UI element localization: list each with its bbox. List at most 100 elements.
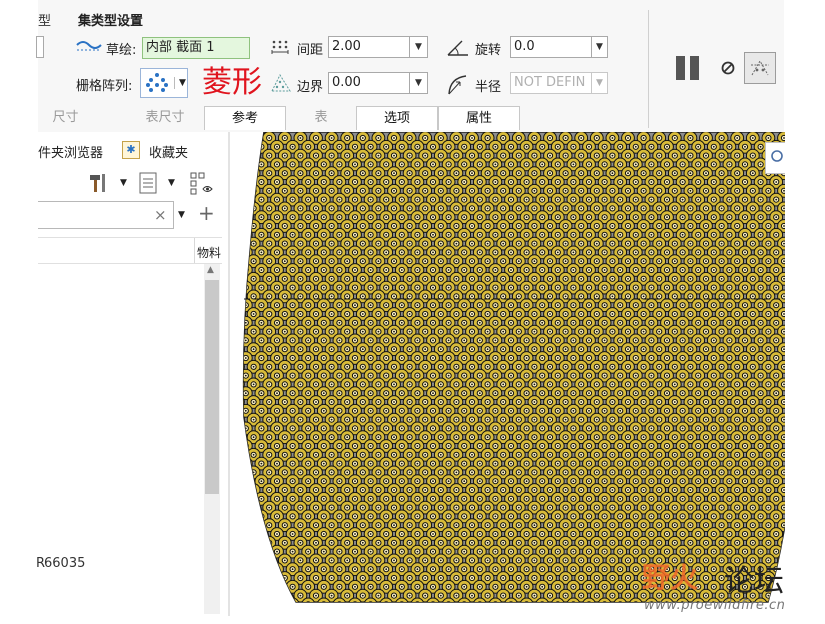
tab-table[interactable]: 表 (286, 106, 356, 130)
show-icon[interactable] (139, 172, 157, 198)
pattern-hole (488, 597, 503, 602)
sketch-field[interactable]: 内部 截面 1 (142, 37, 250, 59)
tab-properties[interactable]: 属性 (438, 106, 520, 130)
pattern-hole (356, 607, 369, 616)
add-icon[interactable]: + (198, 203, 215, 223)
pattern-hole (519, 597, 534, 602)
pattern-hole (403, 607, 416, 616)
pattern-hole (243, 227, 253, 242)
pattern-hole (243, 535, 245, 550)
boundary-field[interactable]: 0.00 (328, 72, 410, 94)
spacing-field[interactable]: 2.00 (328, 36, 410, 58)
tab-dimensions[interactable]: 尺寸 (38, 106, 93, 130)
show-dropdown-icon[interactable]: ▼ (168, 178, 175, 188)
pattern-hole (243, 271, 245, 286)
boundary-label: 边界 (297, 80, 324, 95)
zoom-button[interactable] (765, 142, 785, 174)
preview-toggle-button[interactable] (744, 52, 776, 84)
pattern-hole (246, 571, 261, 585)
pattern-annotation: 菱形 (202, 65, 262, 100)
pattern-hole (243, 132, 245, 145)
pattern-hole (247, 607, 260, 616)
spacing-label: 间距 (297, 43, 324, 58)
boundary-dropdown-button[interactable]: ▼ (410, 72, 428, 94)
pattern-hole (566, 597, 581, 602)
radius-dropdown-button[interactable]: ▼ (592, 72, 608, 94)
no-preview-icon[interactable] (720, 60, 736, 80)
pattern-hole (325, 607, 338, 616)
pattern-hole (243, 157, 253, 172)
pattern-hole (243, 465, 245, 480)
tab-options[interactable]: 选项 (356, 106, 438, 130)
pattern-hole (243, 201, 245, 216)
pattern-hole (504, 597, 518, 602)
pattern-hole (232, 607, 245, 616)
pattern-hole (243, 412, 245, 427)
radius-field[interactable]: NOT DEFIN (510, 72, 592, 94)
pattern-hole (243, 395, 245, 409)
partial-field[interactable] (36, 36, 44, 58)
pattern-hole (544, 607, 557, 616)
pattern-hole (243, 571, 245, 585)
pattern-hole (243, 342, 245, 357)
scrollbar-thumb[interactable] (205, 280, 219, 494)
pattern-hole (575, 607, 588, 616)
rotation-dropdown-button[interactable]: ▼ (592, 36, 608, 58)
pattern-hole (254, 562, 269, 577)
spacing-dropdown-button[interactable]: ▼ (410, 36, 428, 58)
pattern-hole (243, 588, 245, 602)
pattern-hole (419, 607, 432, 616)
pattern-hole (613, 597, 628, 602)
radius-label: 半径 (475, 80, 502, 95)
pattern-hole (262, 588, 277, 602)
watermark-brand: 野火 (642, 561, 699, 594)
pattern-hole (597, 597, 612, 602)
pattern-hole (316, 597, 331, 602)
column-header-material[interactable]: 物料 (197, 244, 221, 261)
clear-icon[interactable]: × (154, 206, 167, 224)
pattern-hole (481, 607, 494, 616)
pattern-preview (232, 132, 785, 616)
pattern-hole (388, 607, 401, 616)
pause-icon[interactable] (674, 55, 702, 85)
column-divider (194, 238, 195, 263)
pattern-hole (243, 430, 245, 445)
tab-favorites[interactable]: 收藏夹 (149, 142, 188, 161)
tree-columns-icon[interactable] (190, 172, 214, 200)
ribbon-divider (648, 10, 649, 128)
tools-dropdown-icon[interactable]: ▼ (120, 178, 127, 188)
pattern-hole (363, 597, 378, 602)
pattern-hole (341, 607, 354, 616)
tab-table-dimensions[interactable]: 表尺寸 (120, 106, 210, 130)
feature-preview-icon (749, 58, 771, 82)
rotation-field[interactable]: 0.0 (510, 36, 592, 58)
tab-folder-browser[interactable]: 件夹浏览器 (38, 142, 103, 161)
pattern-hole (243, 474, 253, 489)
pattern-hole (243, 544, 253, 559)
zoom-icon (770, 149, 784, 169)
pattern-hole (243, 175, 253, 189)
pattern-hole (263, 607, 276, 616)
left-panel: 件夹浏览器 ✱ 收藏夹 ▼ ▼ × ▼ + 物料 ▲ R 66035 (36, 132, 231, 616)
tab-references[interactable]: 参考 (204, 106, 286, 130)
pattern-hole (243, 447, 245, 462)
rotation-label: 旋转 (475, 43, 502, 58)
pattern-hole (254, 579, 269, 594)
pattern-hole (270, 579, 284, 594)
pattern-hole (243, 553, 245, 568)
tools-icon[interactable] (88, 172, 110, 198)
item-id: 66035 (44, 556, 86, 571)
pattern-hole (434, 607, 447, 616)
pattern-hole (243, 359, 245, 374)
graphics-canvas[interactable] (230, 132, 785, 616)
pattern-hole (243, 518, 245, 533)
ribbon: 型 集类型设置 草绘: 内部 截面 1 栅格阵列: ▼ 菱形 间距 2.00 ▼ (36, 0, 784, 133)
scroll-up-icon[interactable]: ▲ (207, 265, 214, 275)
pattern-hole (426, 597, 440, 602)
pattern-hole (243, 148, 245, 163)
sketch-label: 草绘: (106, 43, 137, 58)
search-dropdown-icon[interactable]: ▼ (178, 210, 185, 220)
pattern-hole (450, 607, 463, 616)
pattern-dropdown[interactable]: ▼ (140, 68, 188, 98)
pattern-hole (246, 132, 261, 145)
